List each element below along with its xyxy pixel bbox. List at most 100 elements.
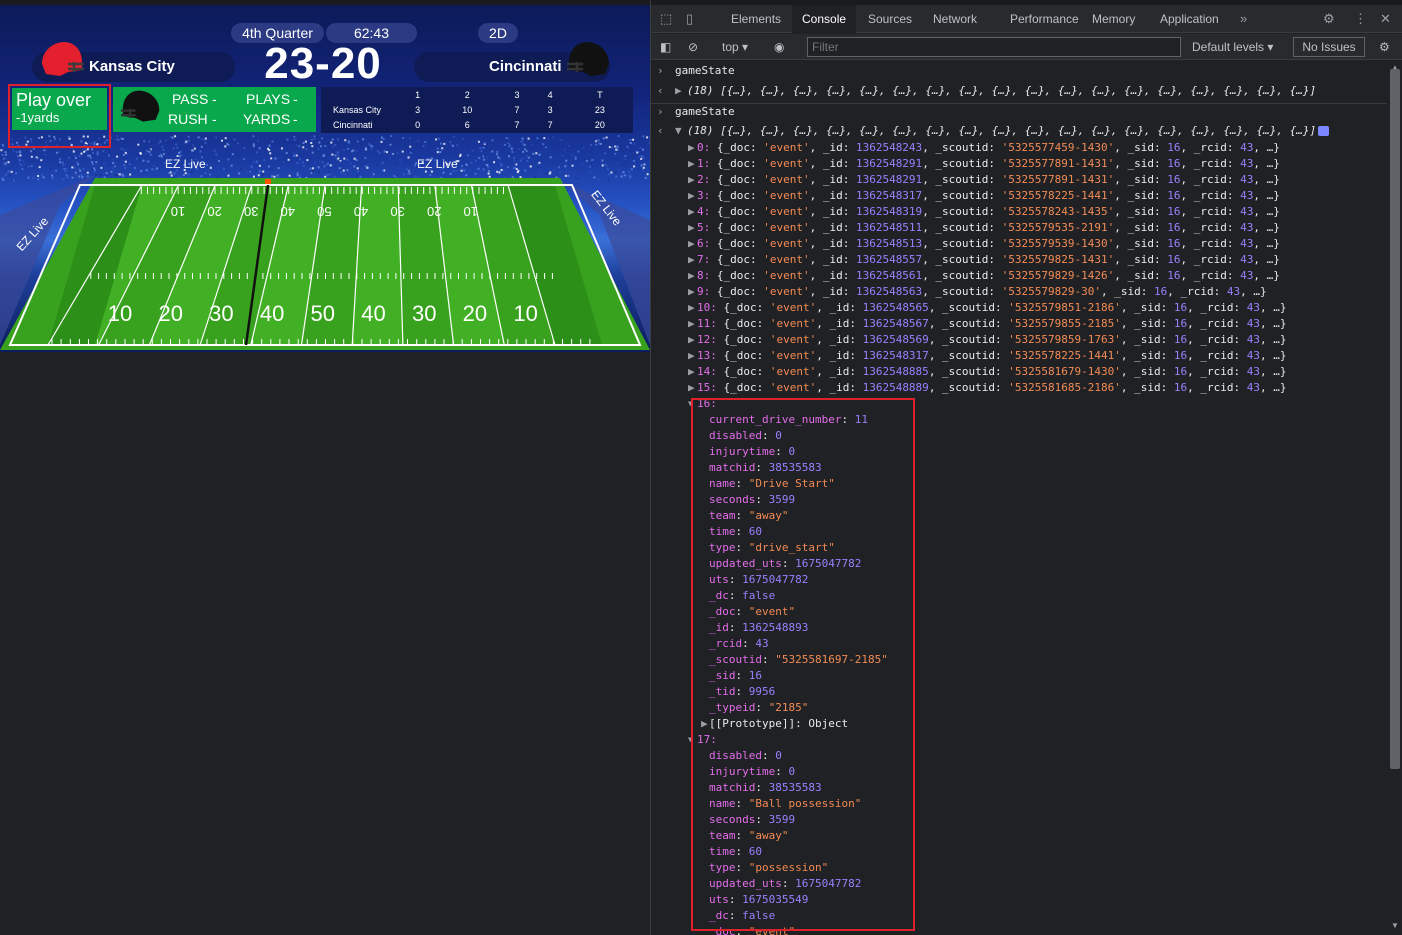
object-property-row: disabled: 0 <box>709 429 782 442</box>
entry-scoutid: 5325579829-30 <box>1008 285 1095 298</box>
tab-elements[interactable]: Elements <box>721 5 791 33</box>
tab-console[interactable]: Console <box>792 5 857 33</box>
array-entry-row[interactable]: ▶ 10: {_doc: 'event', _id: 1362548565, _s… <box>651 300 1387 316</box>
scroll-down-icon[interactable]: ▼ <box>1391 921 1399 930</box>
property-key: matchid <box>709 461 756 474</box>
tab-performance[interactable]: Performance <box>1000 5 1089 33</box>
entry-index: 14 <box>697 365 711 378</box>
array-entry-row[interactable]: ▶ 5: {_doc: 'event', _id: 1362548511, _sc… <box>651 220 1387 236</box>
expand-triangle-icon[interactable]: ▶ <box>688 156 695 172</box>
property-key: seconds <box>709 493 756 506</box>
console-command: gameState <box>675 64 735 77</box>
sidebar-toggle-icon[interactable]: ◧ <box>660 34 671 60</box>
quarter-score: 3 <box>547 104 553 115</box>
expand-triangle-icon[interactable]: ▶ <box>688 268 695 284</box>
array-entry-row[interactable]: ▶ 13: {_doc: 'event', _id: 1362548317, _s… <box>651 348 1387 364</box>
game-widget: 10 20 30 40 50 40 30 20 10 10 20 30 40 50 40 30 20 10 EZ… <box>0 0 650 935</box>
property-key: current_drive_number <box>709 413 842 426</box>
array-entry-row[interactable]: ▶ 14: {_doc: 'event', _id: 1362548885, _s… <box>651 364 1387 380</box>
tab-application[interactable]: Application <box>1150 5 1229 33</box>
array-entry-row[interactable]: ▶ 15: {_doc: 'event', _id: 1362548889, _s… <box>651 380 1387 396</box>
context-selector[interactable]: top ▾ <box>722 34 748 60</box>
object-property-row: disabled: 0 <box>709 749 782 762</box>
expand-triangle-icon[interactable]: ▶ <box>688 252 695 268</box>
entry-scoutid: 5325579829-1426 <box>1008 269 1108 282</box>
object-index: 16: <box>697 397 717 410</box>
scroll-thumb[interactable] <box>1390 69 1400 769</box>
array-entry-row[interactable]: ▶ 6: {_doc: 'event', _id: 1362548513, _sc… <box>651 236 1387 252</box>
console-result-line[interactable]: ‹ ▶ (18) [{…}, {…}, {…}, {…}, {…}, {…}, {…… <box>651 83 1387 99</box>
expand-triangle-icon[interactable]: ▶ <box>675 83 682 99</box>
array-entry-row[interactable]: ▶ 8: {_doc: 'event', _id: 1362548561, _sc… <box>651 268 1387 284</box>
expand-triangle-icon[interactable]: ▶ <box>688 188 695 204</box>
expanded-object-header[interactable]: ▼ 16: <box>651 396 1387 412</box>
log-levels-dropdown[interactable]: Default levels ▾ <box>1192 34 1273 60</box>
expanded-object-header[interactable]: ▼ 17: <box>651 732 1387 748</box>
tab-network[interactable]: Network <box>923 5 987 33</box>
collapse-triangle-icon[interactable]: ▼ <box>688 396 693 412</box>
array-entry-row[interactable]: ▶ 0: {_doc: 'event', _id: 1362548243, _sc… <box>651 140 1387 156</box>
kebab-menu-icon[interactable]: ⋮ <box>1354 5 1367 33</box>
issues-button[interactable]: No Issues <box>1293 37 1365 57</box>
entry-id: 1362548563 <box>855 285 923 298</box>
console-result-line[interactable]: ‹ ▼ (18) [{…}, {…}, {…}, {…}, {…}, {…}, {…… <box>651 123 1387 139</box>
property-value: "Drive Start" <box>748 477 835 490</box>
entry-index: 8 <box>697 269 704 282</box>
property-value: "Ball possession" <box>748 797 862 810</box>
gear-icon[interactable]: ⚙ <box>1323 5 1335 33</box>
array-entry-row[interactable]: ▶ 2: {_doc: 'event', _id: 1362548291, _sc… <box>651 172 1387 188</box>
expand-triangle-icon[interactable]: ▶ <box>688 316 695 332</box>
expand-triangle-icon[interactable]: ▶ <box>688 204 695 220</box>
expand-triangle-icon[interactable]: ▶ <box>701 716 708 732</box>
annotation-highlight-box <box>8 84 111 148</box>
property-key: _rcid <box>709 637 743 650</box>
property-value: 1362548893 <box>742 621 809 634</box>
object-property-row: uts: 1675035549 <box>709 893 809 906</box>
tab-sources[interactable]: Sources <box>858 5 922 33</box>
array-entry-row[interactable]: ▶ 1: {_doc: 'event', _id: 1362548291, _sc… <box>651 156 1387 172</box>
array-preview: (18) [{…}, {…}, {…}, {…}, {…}, {…}, {…},… <box>687 84 1317 97</box>
array-entry-row[interactable]: ▶ 7: {_doc: 'event', _id: 1362548557, _sc… <box>651 252 1387 268</box>
close-icon[interactable]: ✕ <box>1380 5 1391 33</box>
console-settings-gear-icon[interactable]: ⚙ <box>1379 34 1390 60</box>
property-key: disabled <box>709 429 762 442</box>
collapse-triangle-icon[interactable]: ▼ <box>688 732 693 748</box>
expand-triangle-icon[interactable]: ▶ <box>688 220 695 236</box>
array-entry-row[interactable]: ▶ 9: {_doc: 'event', _id: 1362548563, _sc… <box>651 284 1387 300</box>
live-expression-eye-icon[interactable]: ◉ <box>774 34 784 60</box>
array-entry-row[interactable]: ▶ 11: {_doc: 'event', _id: 1362548567, _s… <box>651 316 1387 332</box>
clear-console-icon[interactable]: ⊘ <box>688 34 698 60</box>
entry-scoutid: 5325577459-1430 <box>1008 141 1108 154</box>
device-toolbar-icon[interactable]: ▯ <box>686 5 693 33</box>
array-entry-row[interactable]: ▶ 12: {_doc: 'event', _id: 1362548569, _s… <box>651 332 1387 348</box>
expand-triangle-icon[interactable]: ▶ <box>688 332 695 348</box>
filter-input[interactable] <box>807 37 1181 57</box>
inspect-element-icon[interactable]: ⬚ <box>660 5 672 33</box>
expand-triangle-icon[interactable]: ▶ <box>688 236 695 252</box>
array-entry-row[interactable]: ▶ 3: {_doc: 'event', _id: 1362548317, _sc… <box>651 188 1387 204</box>
expand-triangle-icon[interactable]: ▶ <box>688 380 695 396</box>
expand-triangle-icon[interactable]: ▶ <box>688 348 695 364</box>
quarter-score: 6 <box>464 119 470 130</box>
quarter-header: 2 <box>464 89 470 100</box>
devtools-panel: ⬚ ▯ Elements Console Sources Network Per… <box>650 0 1402 935</box>
info-badge-icon[interactable] <box>1318 126 1329 136</box>
console-output[interactable]: › gameState ‹ ▶ (18) [{…}, {…}, {…}, {…}, {… <box>651 61 1387 935</box>
object-property-row: team: "away" <box>709 509 789 522</box>
object-property-row: matchid: 38535583 <box>709 781 822 794</box>
console-scrollbar[interactable]: ▲ ▼ <box>1387 61 1402 935</box>
expand-triangle-icon[interactable]: ▶ <box>688 140 695 156</box>
expand-triangle-icon[interactable]: ▶ <box>688 284 695 300</box>
tab-memory[interactable]: Memory <box>1082 5 1145 33</box>
quarter-header: 3 <box>514 89 520 100</box>
quarter-score: 7 <box>514 119 520 130</box>
expand-triangle-icon[interactable]: ▶ <box>688 300 695 316</box>
property-value: "event" <box>748 605 796 618</box>
expand-triangle-icon[interactable]: ▶ <box>688 364 695 380</box>
collapse-triangle-icon[interactable]: ▼ <box>675 123 682 139</box>
expand-triangle-icon[interactable]: ▶ <box>688 172 695 188</box>
array-entry-row[interactable]: ▶ 4: {_doc: 'event', _id: 1362548319, _sc… <box>651 204 1387 220</box>
prototype-row[interactable]: ▶ [[Prototype]]: Object <box>651 716 1387 732</box>
more-tabs-icon[interactable]: » <box>1240 5 1247 33</box>
property-key: time <box>709 525 736 538</box>
